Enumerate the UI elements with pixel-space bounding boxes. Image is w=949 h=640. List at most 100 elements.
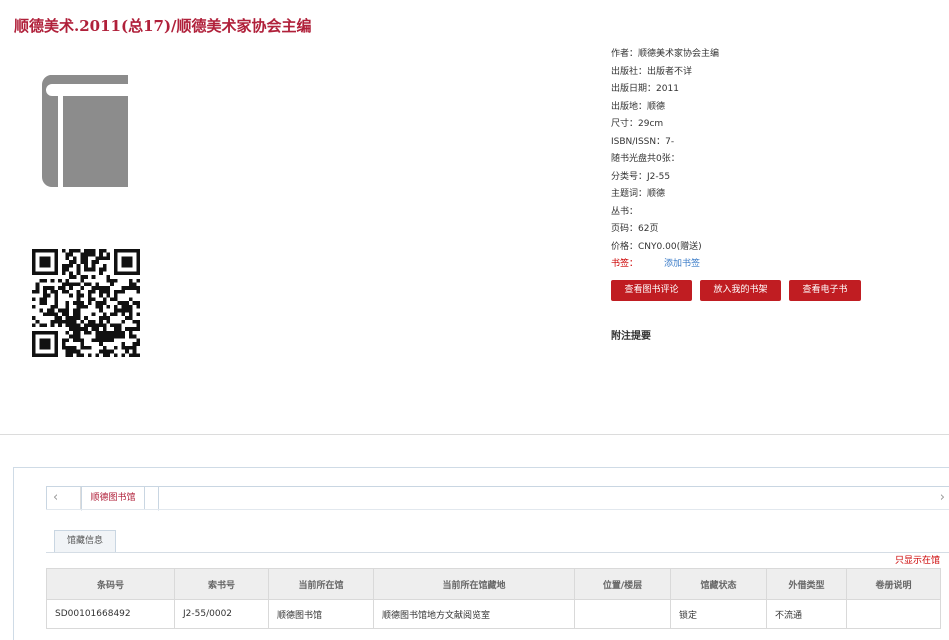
qr-module	[87, 249, 92, 253]
qr-module	[46, 330, 51, 335]
tab-holdings-info[interactable]: 馆藏信息	[54, 530, 116, 552]
qr-module	[121, 330, 126, 335]
qr-module	[72, 282, 77, 287]
qr-module	[32, 252, 36, 257]
qr-module	[54, 353, 59, 357]
qr-module	[54, 345, 59, 350]
qr-module	[136, 304, 140, 309]
qr-module	[72, 345, 77, 350]
qr-module	[136, 323, 140, 328]
qr-module	[106, 252, 111, 257]
qr-module	[113, 312, 118, 317]
qr-module	[65, 304, 70, 309]
qr-module	[87, 293, 92, 298]
qr-module	[128, 263, 133, 268]
qr-module	[65, 338, 70, 343]
add-to-shelf-button[interactable]: 放入我的书架	[700, 280, 781, 301]
qr-module	[91, 286, 96, 290]
tab-library[interactable]: 顺德图书馆	[81, 486, 159, 511]
qr-module	[113, 289, 118, 294]
qr-module	[61, 338, 66, 343]
cell-status: 锁定	[670, 599, 767, 629]
qr-module	[50, 289, 55, 294]
qr-module	[128, 282, 133, 287]
qr-module	[50, 312, 55, 317]
cell-volume-note	[846, 599, 941, 629]
col-header-loan-type: 外借类型	[766, 568, 847, 600]
qr-module	[80, 327, 85, 331]
view-reviews-button[interactable]: 查看图书评论	[611, 280, 692, 301]
qr-module	[128, 308, 133, 313]
qr-module	[99, 249, 103, 253]
qr-module	[39, 256, 44, 261]
qr-module	[113, 267, 118, 272]
col-header-volume-note: 卷册说明	[846, 568, 941, 600]
qr-module	[102, 256, 107, 261]
add-bookmark-link[interactable]: 添加书签	[664, 259, 700, 269]
qr-module	[69, 353, 73, 357]
qr-module	[113, 260, 118, 264]
qr-module	[46, 308, 51, 313]
qr-module	[61, 342, 66, 346]
qr-module	[84, 282, 88, 287]
qr-module	[72, 308, 77, 313]
qr-module	[106, 256, 111, 261]
cell-library: 顺德图书馆	[268, 599, 374, 629]
view-ebook-button[interactable]: 查看电子书	[789, 280, 861, 301]
qr-module	[106, 275, 111, 279]
qr-module	[35, 282, 40, 287]
qr-module	[58, 286, 62, 290]
qr-module	[69, 249, 73, 253]
qr-module	[54, 334, 59, 339]
qr-module	[84, 263, 88, 268]
qr-module	[43, 301, 47, 305]
qr-module	[46, 342, 51, 346]
qr-module	[32, 330, 36, 335]
qr-module	[39, 308, 44, 313]
chevron-left-icon[interactable]: ‹	[53, 490, 58, 505]
qr-module	[32, 260, 36, 264]
qr-module	[76, 308, 81, 313]
qr-module	[99, 293, 103, 298]
qr-module	[102, 312, 107, 317]
qr-module	[136, 260, 140, 264]
qr-module	[35, 353, 40, 357]
qr-module	[84, 345, 88, 350]
holdings-table: 条码号 索书号 当前所在馆 当前所在馆藏地 位置/楼层 馆藏状态 外借类型 卷册…	[46, 568, 941, 629]
qr-module	[58, 278, 62, 283]
qr-module	[32, 297, 36, 302]
qr-module	[65, 263, 70, 268]
qr-module	[54, 289, 59, 294]
qr-module	[76, 271, 81, 276]
qr-module	[99, 256, 103, 261]
qr-module	[76, 289, 81, 294]
col-header-status: 馆藏状态	[670, 568, 767, 600]
qr-module	[72, 260, 77, 264]
qr-module	[84, 256, 88, 261]
show-in-library-only-link[interactable]: 只显示在馆	[895, 553, 940, 566]
qr-module	[43, 312, 47, 317]
qr-module	[50, 271, 55, 276]
qr-module	[69, 271, 73, 276]
qr-module	[128, 312, 133, 317]
qr-module	[65, 345, 70, 350]
qr-module	[106, 278, 111, 283]
qr-module	[99, 330, 103, 335]
qr-module	[136, 271, 140, 276]
qr-module	[132, 349, 137, 354]
qr-module	[54, 252, 59, 257]
meta-price: 价格：CNY0.00(赠送)	[611, 241, 702, 252]
qr-module	[43, 263, 47, 268]
qr-module	[99, 319, 103, 324]
qr-module	[95, 301, 100, 305]
qr-module	[106, 330, 111, 335]
qr-module	[61, 312, 66, 317]
qr-module	[110, 334, 114, 339]
qr-module	[65, 312, 70, 317]
qr-module	[76, 249, 81, 253]
qr-module	[80, 319, 85, 324]
chevron-right-icon[interactable]: ›	[940, 490, 945, 505]
qr-module	[132, 319, 137, 324]
qr-module	[72, 312, 77, 317]
qr-module	[91, 275, 96, 279]
